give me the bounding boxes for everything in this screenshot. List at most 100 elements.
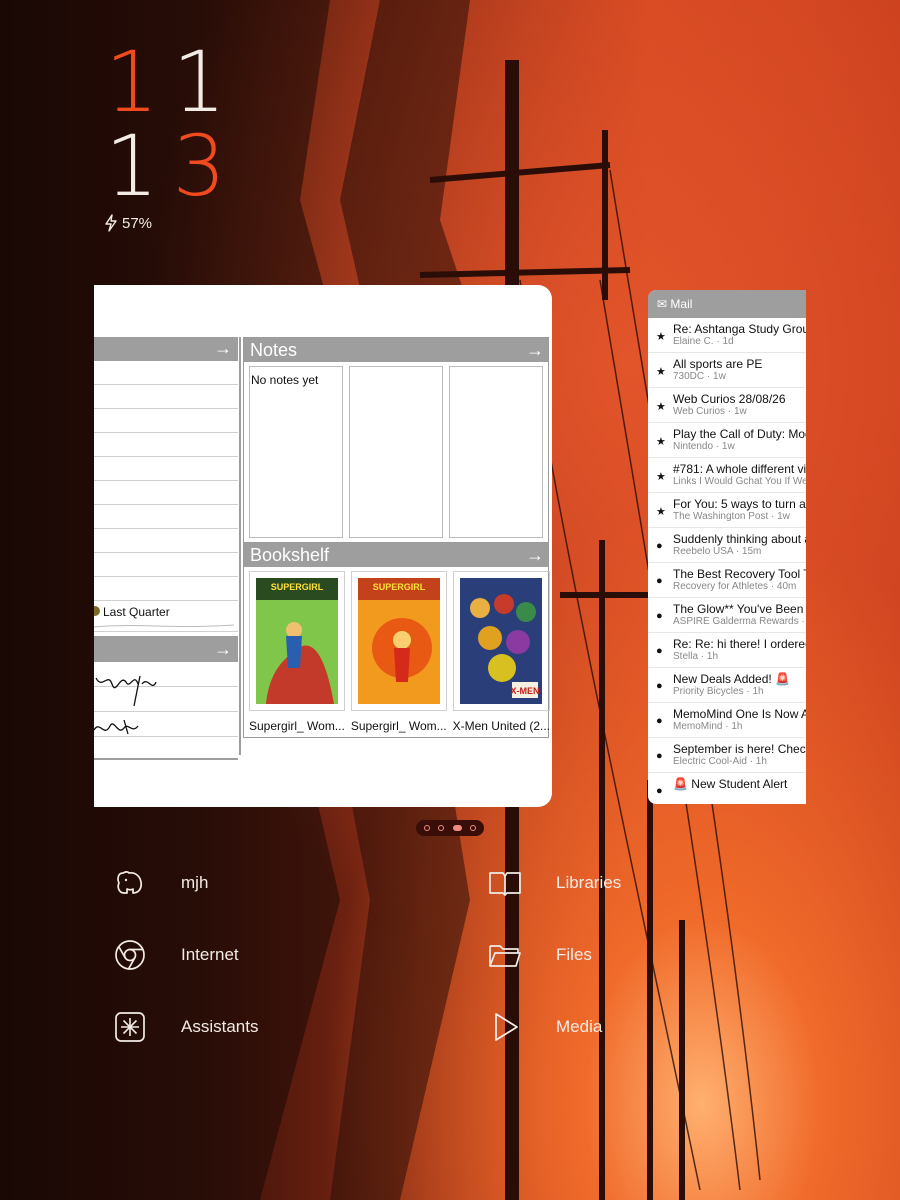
mail-marker-icon: ★ — [656, 506, 666, 518]
right-panel: Notes → No notes yet Bookshelf → SUPERGIRL — [243, 337, 550, 738]
mail-marker-icon: ★ — [656, 436, 666, 448]
book-title: Supergirl_ Wom... — [249, 719, 345, 733]
comic-cover-image: SUPERGIRL — [255, 578, 338, 704]
left-panel-header[interactable]: → — [94, 337, 238, 361]
svg-text:SUPERGIRL: SUPERGIRL — [271, 582, 324, 592]
lined-row — [94, 481, 238, 505]
app-media[interactable]: Media — [488, 1010, 602, 1044]
mail-item[interactable]: ★ For You: 5 ways to turn a The Washington… — [648, 493, 806, 528]
bookshelf-title: Bookshelf — [250, 545, 330, 565]
note-slot[interactable] — [449, 366, 543, 538]
arrow-right-icon[interactable]: → — [526, 338, 544, 362]
mail-item[interactable]: ★ All sports are PE 730DC · 1w — [648, 353, 806, 388]
mail-app-card[interactable]: ✉ Mail ★ Re: Ashtanga Study Group Elaine C… — [648, 290, 806, 804]
mail-item[interactable]: ● MemoMind One Is Now A MemoMind · 1h — [648, 703, 806, 738]
app-assistants[interactable]: Assistants — [113, 1010, 258, 1044]
mail-item[interactable]: ● 🚨 New Student Alert — [648, 773, 806, 804]
left-panel: → Last Quarter → — [94, 337, 238, 807]
mail-item[interactable]: ★ Re: Ashtanga Study Group Elaine C. · 1d — [648, 318, 806, 353]
page-dot[interactable] — [469, 825, 476, 831]
mail-subject: Suddenly thinking about a — [673, 532, 806, 546]
bookshelf-header[interactable]: Bookshelf → — [244, 543, 548, 567]
lined-row — [94, 409, 238, 433]
moon-icon — [94, 606, 100, 616]
page-dot-active[interactable] — [452, 825, 462, 831]
page-indicator[interactable] — [416, 820, 484, 836]
notes-empty-text: No notes yet — [251, 373, 319, 387]
arrow-right-icon[interactable]: → — [214, 638, 232, 660]
note-slot[interactable] — [349, 366, 443, 538]
lined-row — [94, 457, 238, 481]
arrow-right-icon[interactable]: → — [526, 543, 544, 567]
mail-subject: 🚨 New Student Alert — [673, 777, 788, 791]
lined-row — [94, 577, 238, 601]
notes-header[interactable]: Notes → — [244, 338, 548, 362]
mail-subject: All sports are PE — [673, 357, 763, 371]
book-item[interactable]: SUPERGIRL Supergirl_ Wom... — [350, 571, 447, 733]
mail-marker-icon: ● — [656, 750, 663, 762]
mail-subject: The Best Recovery Tool T — [673, 567, 806, 581]
mail-title: Mail — [670, 297, 693, 311]
moon-curve — [94, 624, 234, 628]
book-cover: X-MEN — [452, 571, 550, 711]
app-label: Internet — [181, 945, 239, 964]
mail-item[interactable]: ★ Web Curios 28/08/26 Web Curios · 1w — [648, 388, 806, 423]
mail-marker-icon: ★ — [656, 471, 666, 483]
mail-meta: Links I Would Gchat You If We — [673, 476, 806, 487]
mail-item[interactable]: ● September is here! Check Electric Cool-A… — [648, 738, 806, 773]
mail-item[interactable]: ● Re: Re: hi there! I ordered Stella · 1h — [648, 633, 806, 668]
mail-meta: 730DC · 1w — [673, 371, 726, 382]
app-label: Media — [556, 1017, 603, 1036]
mail-marker-icon: ● — [656, 785, 663, 797]
sparkle-icon — [113, 1010, 147, 1044]
recent-app-card[interactable]: → Last Quarter → Notes → No notes yet Bo… — [94, 285, 552, 807]
app-internet[interactable]: Internet — [113, 938, 239, 972]
mail-subject: MemoMind One Is Now A — [673, 707, 806, 721]
app-mjh[interactable]: mjh — [113, 866, 208, 900]
mail-marker-icon: ● — [656, 575, 663, 587]
mail-meta: Reebelo USA · 15m — [673, 546, 762, 557]
lined-row — [94, 529, 238, 553]
app-label: Assistants — [181, 1017, 259, 1036]
mail-marker-icon: ● — [656, 610, 663, 622]
clock-hours: 11 — [105, 40, 240, 124]
mail-meta: Web Curios · 1w — [673, 406, 747, 417]
mail-subject: #781: A whole different vi — [673, 462, 806, 476]
mail-header: ✉ Mail — [648, 290, 806, 318]
mail-marker-icon: ● — [656, 645, 663, 657]
mail-marker-icon: ● — [656, 680, 663, 692]
elephant-icon — [113, 866, 147, 900]
app-libraries[interactable]: Libraries — [488, 866, 621, 900]
mail-item[interactable]: ● Suddenly thinking about a Reebelo USA · … — [648, 528, 806, 563]
book-item[interactable]: SUPERGIRL Supergirl_ Wom... — [249, 571, 345, 733]
book-cover: SUPERGIRL — [350, 571, 447, 711]
play-icon — [488, 1010, 522, 1044]
page-dot[interactable] — [438, 825, 445, 831]
notes-title: Notes — [250, 340, 298, 360]
book-item[interactable]: X-MEN X-Men United (2... — [452, 571, 550, 733]
mail-item[interactable]: ★ #781: A whole different vi Links I Would… — [648, 458, 806, 493]
folder-icon — [488, 938, 522, 972]
open-book-icon — [488, 866, 522, 900]
battery-status: 57% — [104, 214, 152, 232]
note-slot[interactable]: No notes yet — [249, 366, 343, 538]
comic-cover-image: X-MEN — [460, 578, 543, 704]
page-dot[interactable] — [424, 825, 431, 831]
handwriting-area[interactable] — [94, 662, 238, 760]
app-files[interactable]: Files — [488, 938, 592, 972]
lined-row — [94, 361, 238, 385]
arrow-right-icon[interactable]: → — [214, 337, 232, 359]
mail-item[interactable]: ● The Glow** You've Been T ASPIRE Galderma… — [648, 598, 806, 633]
mail-meta: Stella · 1h — [673, 651, 719, 662]
app-label: mjh — [181, 873, 209, 892]
mail-subject: For You: 5 ways to turn a — [673, 497, 806, 511]
mail-item[interactable]: ★ Play the Call of Duty: Mod Nintendo · 1w — [648, 423, 806, 458]
book-title: Supergirl_ Wom... — [350, 719, 447, 733]
app-label: Libraries — [556, 873, 622, 892]
handwriting-header[interactable]: → — [94, 636, 238, 662]
mail-envelope-icon: ✉ — [657, 297, 668, 311]
mail-meta: MemoMind · 1h — [673, 721, 743, 732]
mail-subject: Web Curios 28/08/26 — [673, 392, 786, 406]
mail-item[interactable]: ● The Best Recovery Tool T Recovery for At… — [648, 563, 806, 598]
mail-item[interactable]: ● New Deals Added! 🚨 Priority Bicycles · 1… — [648, 668, 806, 703]
